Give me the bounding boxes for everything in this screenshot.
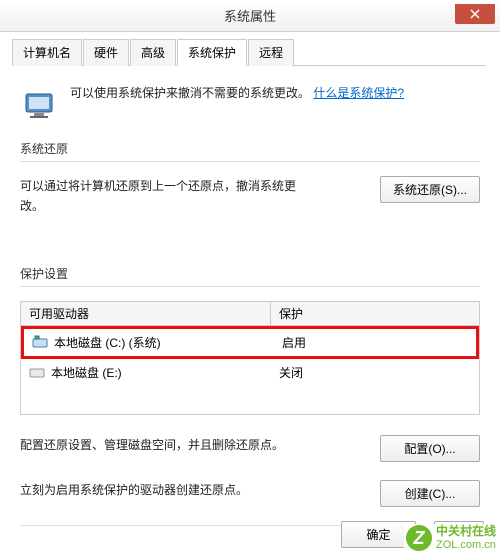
zol-logo-icon: Z <box>406 525 432 551</box>
crop-edge <box>486 32 500 542</box>
intro-description: 可以使用系统保护来撤消不需要的系统更改。 <box>70 86 310 100</box>
create-text: 立刻为启用系统保护的驱动器创建还原点。 <box>20 480 248 500</box>
drive-status: 启用 <box>274 332 476 353</box>
table-row[interactable]: 本地磁盘 (E:) 关闭 <box>21 359 479 386</box>
system-protection-icon <box>20 84 60 124</box>
window-title: 系统属性 <box>0 6 500 25</box>
system-restore-title: 系统还原 <box>20 140 480 157</box>
configure-button[interactable]: 配置(O)... <box>380 435 480 462</box>
intro-text: 可以使用系统保护来撤消不需要的系统更改。 什么是系统保护? <box>70 84 404 103</box>
tab-hardware[interactable]: 硬件 <box>83 39 129 66</box>
header-protection[interactable]: 保护 <box>271 302 479 325</box>
table-row[interactable]: 本地磁盘 (C:) (系统) 启用 <box>21 326 479 359</box>
drive-table-header: 可用驱动器 保护 <box>21 302 479 326</box>
configure-text: 配置还原设置、管理磁盘空间，并且删除还原点。 <box>20 435 284 455</box>
tab-system-protection[interactable]: 系统保护 <box>177 39 247 66</box>
divider <box>20 286 480 287</box>
drive-table: 可用驱动器 保护 本地磁盘 (C:) (系统) 启用 本地磁盘 (E:) 关闭 <box>20 301 480 415</box>
close-button[interactable] <box>455 4 495 24</box>
zol-brand: 中关村在线 <box>436 525 496 538</box>
drive-status: 关闭 <box>271 362 479 383</box>
tab-computer-name[interactable]: 计算机名 <box>12 39 82 66</box>
drive-name: 本地磁盘 (C:) (系统) <box>54 334 161 351</box>
title-bar: 系统属性 <box>0 0 500 32</box>
divider <box>20 161 480 162</box>
tab-advanced[interactable]: 高级 <box>130 39 176 66</box>
system-restore-text: 可以通过将计算机还原到上一个还原点，撤消系统更改。 <box>20 176 310 217</box>
create-button[interactable]: 创建(C)... <box>380 480 480 507</box>
system-drive-icon <box>32 335 48 349</box>
protection-settings-title: 保护设置 <box>20 265 480 282</box>
what-is-system-protection-link[interactable]: 什么是系统保护? <box>313 86 404 100</box>
system-restore-button[interactable]: 系统还原(S)... <box>380 176 480 203</box>
tab-content: 可以使用系统保护来撤消不需要的系统更改。 什么是系统保护? 系统还原 可以通过将… <box>0 66 500 526</box>
configure-row: 配置还原设置、管理磁盘空间，并且删除还原点。 配置(O)... <box>20 435 480 462</box>
intro-row: 可以使用系统保护来撤消不需要的系统更改。 什么是系统保护? <box>20 84 480 124</box>
header-available-drives[interactable]: 可用驱动器 <box>21 302 271 325</box>
drive-icon <box>29 365 45 379</box>
zol-url: ZOL.com.cn <box>436 539 496 551</box>
zol-watermark: Z 中关村在线 ZOL.com.cn <box>404 524 498 552</box>
tabs: 计算机名 硬件 高级 系统保护 远程 <box>12 38 494 66</box>
system-restore-row: 可以通过将计算机还原到上一个还原点，撤消系统更改。 系统还原(S)... <box>20 176 480 217</box>
tab-remote[interactable]: 远程 <box>248 39 294 66</box>
create-row: 立刻为启用系统保护的驱动器创建还原点。 创建(C)... <box>20 480 480 507</box>
drive-name: 本地磁盘 (E:) <box>51 364 122 381</box>
close-icon <box>470 9 480 19</box>
